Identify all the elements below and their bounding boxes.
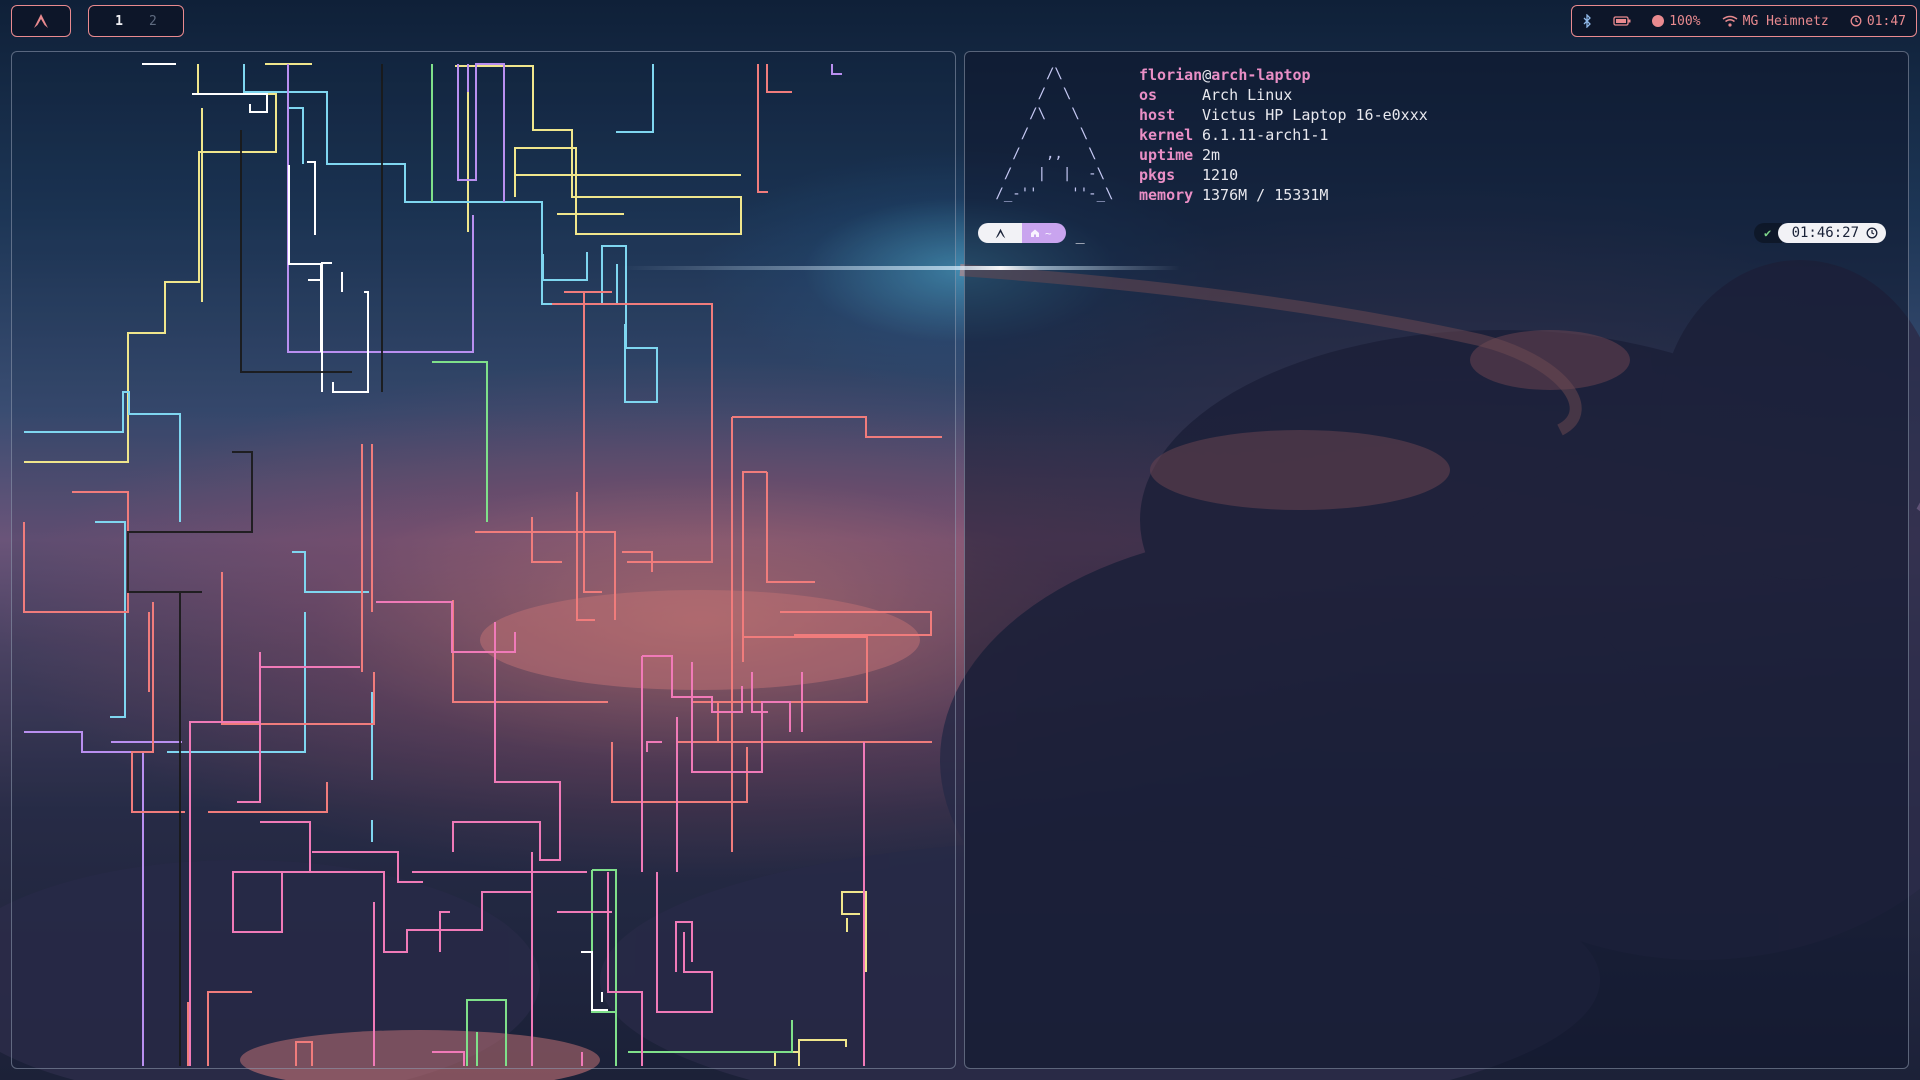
prompt-os-segment (978, 223, 1022, 243)
prompt-dir-segment: ~ (1022, 223, 1066, 243)
arch-ascii-logo: /\ / \ /\ \ / \ / ,, \ / | | -\ /_-'' ''… (995, 66, 1114, 202)
fetch-value: Victus HP Laptop 16-e0xxx (1202, 106, 1428, 124)
fetch-key: memory (1139, 186, 1194, 204)
fetch-key: host (1139, 106, 1176, 124)
prompt-dir: ~ (1045, 226, 1052, 240)
clock-indicator[interactable]: 01:47 (1850, 14, 1906, 29)
fetch-key: os (1139, 86, 1158, 104)
fetch-row-kernel: kernel 6.1.11-arch1-1 (1139, 125, 1428, 145)
fetch-key: pkgs (1139, 166, 1176, 184)
network-name: MG Heimnetz (1742, 13, 1829, 29)
terminal-window-pipes[interactable] (11, 51, 956, 1069)
fetch-value: Arch Linux (1202, 86, 1293, 104)
fetch-info: florian@arch-laptop os Arch Linux host Vic… (1139, 65, 1428, 205)
workspace-switcher: 1 2 (88, 5, 184, 37)
home-icon (1031, 229, 1039, 237)
battery-icon[interactable] (1613, 15, 1631, 27)
clock-time: 01:47 (1866, 13, 1906, 29)
fetch-row-host: host Victus HP Laptop 16-e0xxx (1139, 105, 1428, 125)
prompt-time: 01:46:27 (1791, 225, 1859, 241)
wifi-icon (1722, 15, 1738, 27)
battery-indicator[interactable]: 100% (1652, 13, 1701, 29)
user-host-line: florian@arch-laptop (1139, 65, 1428, 85)
prompt-time-segment: 01:46:27 (1777, 223, 1886, 243)
fetch-row-os: os Arch Linux (1139, 85, 1428, 105)
fetch-at-sign: @ (1202, 66, 1212, 84)
fetch-username: florian (1139, 66, 1203, 84)
fetch-value: 1210 (1202, 166, 1239, 184)
arch-menu-button[interactable] (11, 5, 71, 37)
light-streak (620, 266, 1180, 270)
shell-prompt[interactable]: ~ _ (978, 223, 1085, 244)
arch-logo-icon (995, 228, 1005, 238)
right-prompt: ✔ 01:46:27 (1753, 223, 1886, 243)
bluetooth-icon[interactable] (1582, 14, 1592, 28)
fetch-key: kernel (1139, 126, 1194, 144)
status-tray: 100% MG Heimnetz 01:47 (1571, 5, 1917, 37)
fetch-value: 6.1.11-arch1-1 (1202, 126, 1329, 144)
battery-level-dot (1652, 15, 1665, 27)
fetch-value: 1376M / 15331M (1202, 186, 1329, 204)
arch-logo-icon (34, 14, 48, 28)
workspace-2-button[interactable]: 2 (149, 14, 157, 29)
clock-icon (1866, 227, 1878, 239)
workspace-1-button[interactable]: 1 (115, 14, 123, 29)
terminal-window-fetch[interactable]: /\ / \ /\ \ / \ / ,, \ / | | -\ /_-'' ''… (964, 51, 1909, 1069)
fetch-row-memory: memory 1376M / 15331M (1139, 185, 1428, 205)
clock-icon (1850, 15, 1862, 27)
pipes-screensaver (23, 63, 942, 1066)
fetch-row-uptime: uptime 2m (1139, 145, 1428, 165)
fetch-row-pkgs: pkgs 1210 (1139, 165, 1428, 185)
network-indicator[interactable]: MG Heimnetz (1722, 14, 1829, 29)
terminal-cursor: _ (1075, 226, 1085, 244)
fetch-hostname: arch-laptop (1211, 66, 1311, 84)
fetch-key: uptime (1139, 146, 1194, 164)
battery-percent: 100% (1669, 13, 1701, 29)
fetch-value: 2m (1202, 146, 1221, 164)
